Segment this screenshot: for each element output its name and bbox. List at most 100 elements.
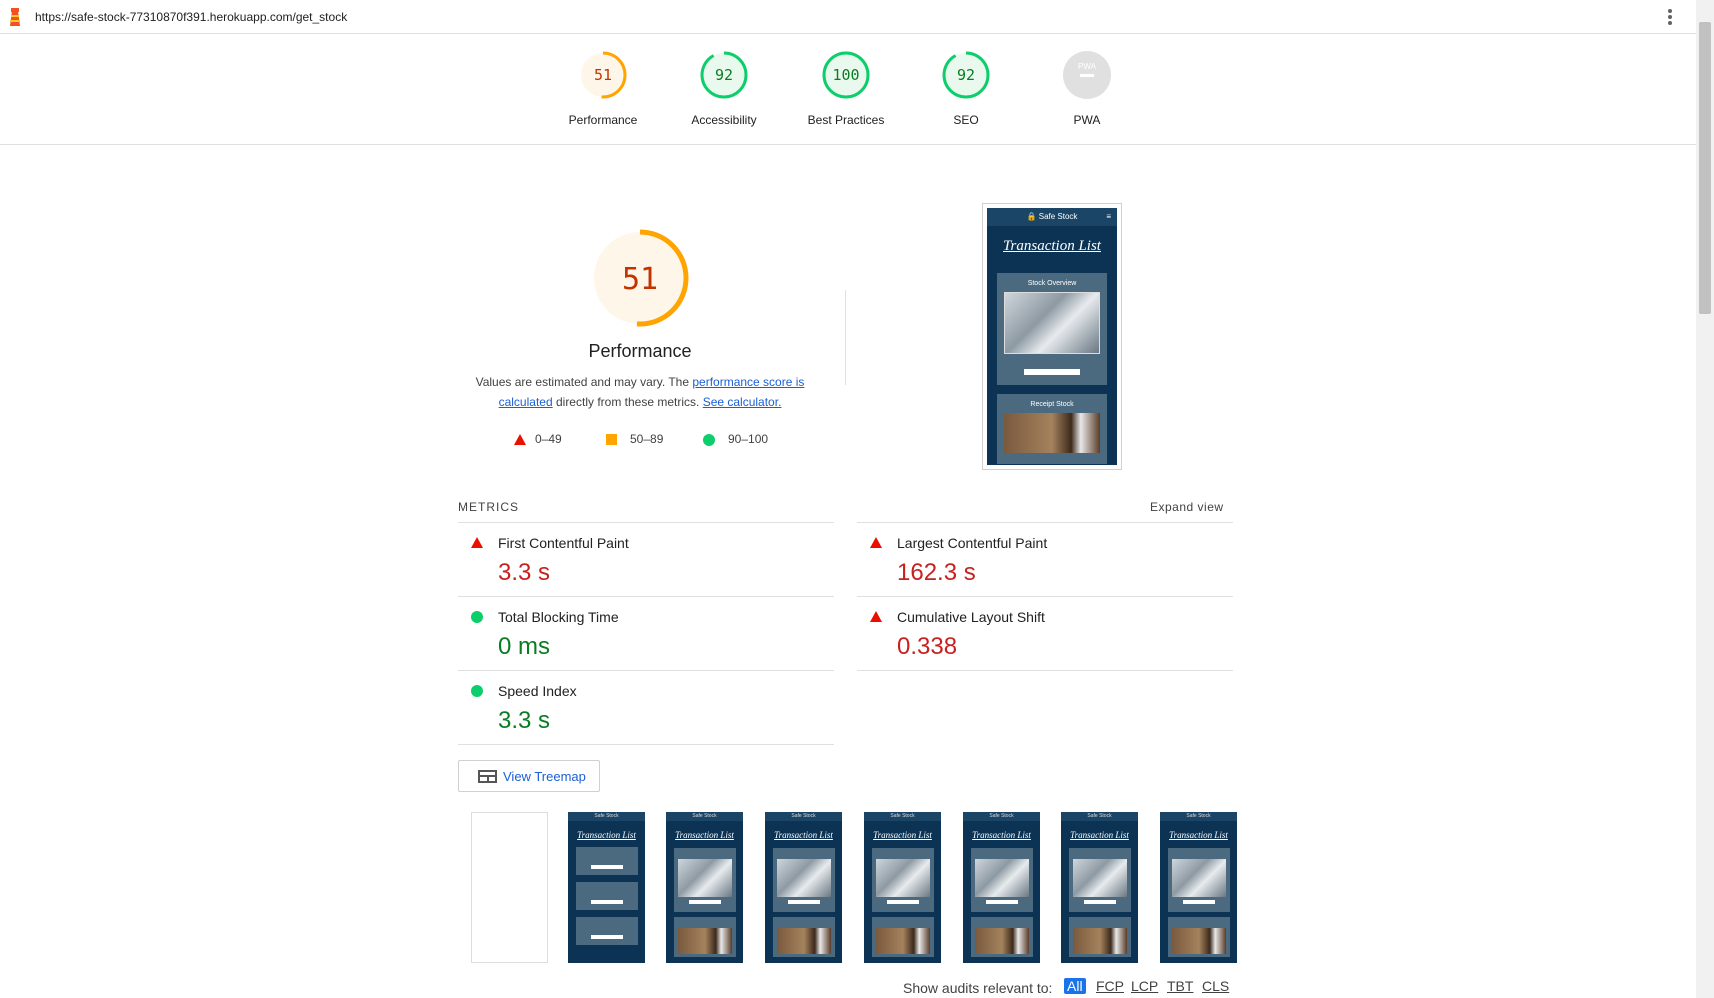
filter-lcp[interactable]: LCP bbox=[1128, 978, 1161, 994]
card-title: Stock Overview bbox=[1027, 280, 1077, 287]
screenshot-title: Transaction List bbox=[1003, 238, 1101, 254]
hamburger-icon: ≡ bbox=[1106, 212, 1111, 221]
gauge-label: SEO bbox=[953, 113, 979, 127]
performance-title: Performance bbox=[588, 341, 692, 361]
metric-label: Cumulative Layout Shift bbox=[897, 609, 1045, 625]
filter-fcp[interactable]: FCP bbox=[1093, 978, 1127, 994]
filmstrip: Safe Stock Transaction List Safe Stock T… bbox=[471, 812, 1237, 963]
metric-value: 0 ms bbox=[498, 633, 551, 660]
frame-title: Transaction List bbox=[873, 830, 932, 840]
card-title: Receipt Stock bbox=[1030, 401, 1074, 408]
final-screenshot[interactable]: 🔒 Safe Stock ≡ Transaction List Stock Ov… bbox=[982, 203, 1122, 470]
filmstrip-frame[interactable]: Safe Stock Transaction List bbox=[666, 812, 743, 963]
frame-navbar: Safe Stock bbox=[765, 812, 842, 821]
gauge-pwa[interactable]: PWA PWA bbox=[1027, 49, 1147, 127]
divider bbox=[857, 670, 1233, 671]
treemap-icon bbox=[478, 770, 497, 783]
filmstrip-frame[interactable]: Safe Stock Transaction List bbox=[568, 812, 645, 963]
frame-navbar: Safe Stock bbox=[1061, 812, 1138, 821]
frame-card bbox=[970, 848, 1033, 912]
frame-card bbox=[871, 917, 934, 957]
legend-range-fail: 0–49 bbox=[535, 432, 562, 446]
screenshot-brand: 🔒 Safe Stock bbox=[1026, 212, 1078, 221]
url-text: https://safe-stock-77310870f391.herokuap… bbox=[35, 10, 348, 24]
legend-range-pass: 90–100 bbox=[728, 432, 769, 446]
screenshot-navbar: 🔒 Safe Stock ≡ bbox=[987, 208, 1117, 226]
metric-status-icon bbox=[870, 611, 884, 625]
audit-filter-label: Show audits relevant to: bbox=[903, 980, 1053, 996]
treemap-label: View Treemap bbox=[503, 769, 586, 784]
performance-description: Values are estimated and may vary. The p… bbox=[470, 372, 810, 412]
frame-card bbox=[772, 848, 835, 912]
performance-score-value: 51 bbox=[622, 262, 658, 297]
frame-card bbox=[575, 882, 638, 910]
filter-all[interactable]: All bbox=[1064, 978, 1086, 994]
frame-card bbox=[1068, 848, 1131, 912]
frame-card bbox=[673, 917, 736, 957]
kebab-menu-icon[interactable] bbox=[1663, 8, 1677, 26]
filmstrip-frame[interactable]: Safe Stock Transaction List bbox=[765, 812, 842, 963]
divider bbox=[458, 744, 834, 745]
accessibility-gauge-icon: 92 bbox=[700, 51, 748, 99]
frame-card bbox=[970, 917, 1033, 957]
category-gauges-bar: 51 Performance 92 Accessibility 100 Best… bbox=[0, 34, 1696, 145]
metric-cumulative-layout-shift: Cumulative Layout Shift 0.338 bbox=[857, 597, 1233, 670]
frame-card bbox=[871, 848, 934, 912]
screenshot-card-receipt-stock: Receipt Stock bbox=[997, 394, 1107, 464]
metric-status-icon bbox=[471, 685, 485, 699]
gauge-accessibility[interactable]: 92 Accessibility bbox=[664, 49, 784, 127]
scrollbar-thumb[interactable] bbox=[1699, 22, 1711, 314]
gauge-best-practices[interactable]: 100 Best Practices bbox=[786, 49, 906, 127]
browser-top-bar: https://safe-stock-77310870f391.herokuap… bbox=[0, 0, 1696, 34]
metric-label: Largest Contentful Paint bbox=[897, 535, 1048, 551]
frame-card bbox=[1167, 917, 1230, 957]
card-image bbox=[1004, 413, 1100, 453]
filmstrip-frame[interactable] bbox=[471, 812, 548, 963]
view-treemap-button[interactable]: View Treemap bbox=[458, 760, 600, 792]
filter-cls[interactable]: CLS bbox=[1199, 978, 1232, 994]
svg-text:51: 51 bbox=[594, 66, 612, 84]
gauge-seo[interactable]: 92 SEO bbox=[906, 49, 1026, 127]
pwa-badge-icon: PWA bbox=[1063, 51, 1111, 99]
circle-icon bbox=[703, 434, 715, 446]
svg-text:92: 92 bbox=[715, 66, 733, 84]
frame-title: Transaction List bbox=[675, 830, 734, 840]
gauge-label: PWA bbox=[1073, 113, 1101, 127]
frame-title: Transaction List bbox=[577, 830, 636, 840]
metrics-heading: METRICS bbox=[458, 500, 519, 514]
expand-view-toggle[interactable]: Expand view bbox=[1150, 500, 1224, 514]
filmstrip-frame[interactable]: Safe Stock Transaction List bbox=[1160, 812, 1237, 963]
gauge-label: Best Practices bbox=[807, 113, 885, 127]
frame-card bbox=[1167, 848, 1230, 912]
legend-range-average: 50–89 bbox=[630, 432, 664, 446]
frame-card bbox=[575, 917, 638, 945]
filter-tbt[interactable]: TBT bbox=[1164, 978, 1196, 994]
page-scrollbar[interactable] bbox=[1696, 0, 1714, 998]
seo-gauge-icon: 92 bbox=[942, 51, 990, 99]
frame-navbar: Safe Stock bbox=[568, 812, 645, 821]
frame-navbar: Safe Stock bbox=[1160, 812, 1237, 821]
filmstrip-frame[interactable]: Safe Stock Transaction List bbox=[864, 812, 941, 963]
gauge-label: Performance bbox=[568, 113, 638, 127]
metric-status-icon bbox=[471, 537, 485, 551]
desc-text: Values are estimated and may vary. The bbox=[475, 375, 693, 389]
metric-label: Total Blocking Time bbox=[498, 609, 619, 625]
filmstrip-frame[interactable]: Safe Stock Transaction List bbox=[1061, 812, 1138, 963]
desc-text: directly from these metrics. bbox=[552, 395, 703, 409]
metric-value: 3.3 s bbox=[498, 707, 551, 734]
frame-navbar: Safe Stock bbox=[963, 812, 1040, 821]
metric-value: 0.338 bbox=[897, 633, 958, 660]
frame-title: Transaction List bbox=[1070, 830, 1129, 840]
frame-card bbox=[575, 847, 638, 875]
lighthouse-icon bbox=[10, 8, 20, 26]
card-image bbox=[1004, 292, 1100, 354]
frame-card bbox=[772, 917, 835, 957]
performance-gauge-icon: 51 bbox=[579, 51, 627, 99]
frame-card bbox=[1068, 917, 1131, 957]
svg-text:100: 100 bbox=[832, 66, 859, 84]
gauge-performance[interactable]: 51 Performance bbox=[543, 49, 663, 127]
see-calculator-link[interactable]: See calculator. bbox=[703, 395, 782, 409]
frame-navbar: Safe Stock bbox=[864, 812, 941, 821]
filmstrip-frame[interactable]: Safe Stock Transaction List bbox=[963, 812, 1040, 963]
metric-total-blocking-time: Total Blocking Time 0 ms bbox=[458, 597, 834, 670]
